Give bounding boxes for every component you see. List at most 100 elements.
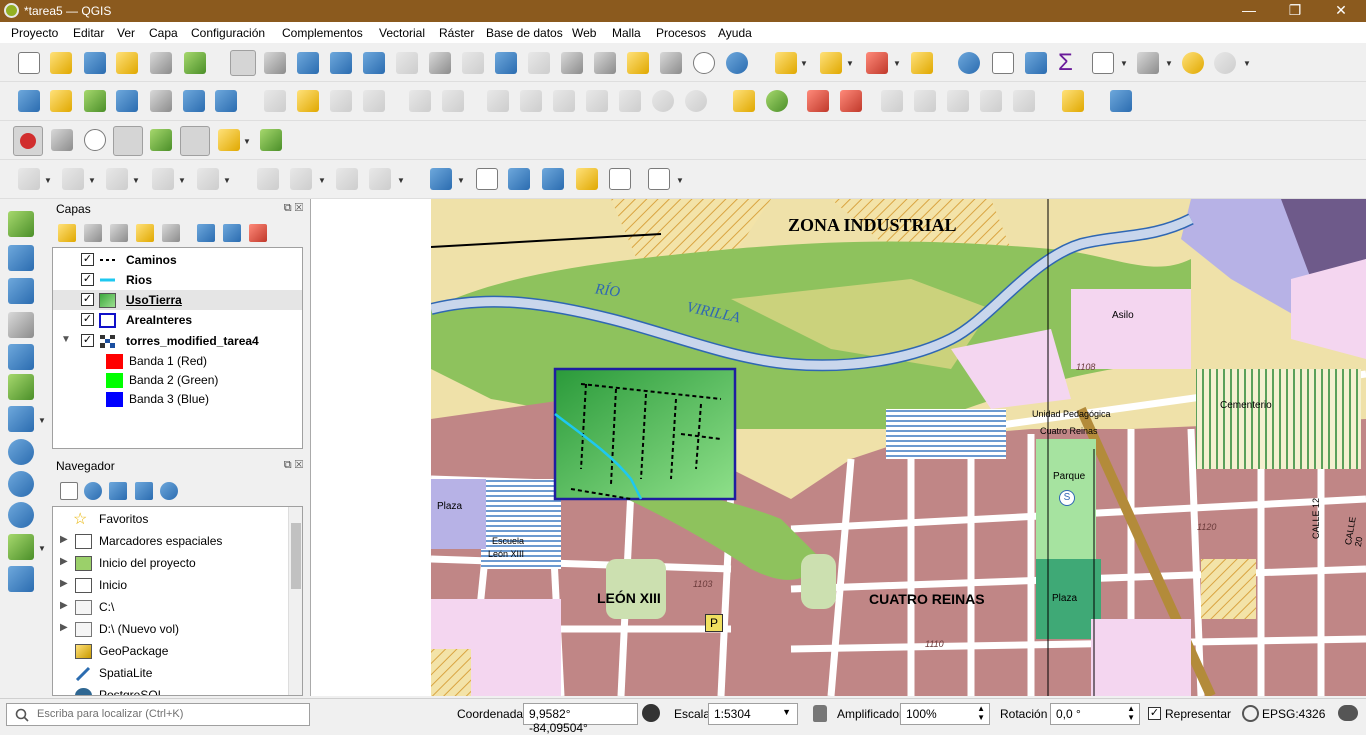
add-wms-layer-side-icon[interactable]	[8, 406, 34, 432]
new-bookmark-icon[interactable]	[627, 52, 649, 74]
simplify-feature-icon[interactable]	[336, 168, 358, 190]
refresh-browser-icon[interactable]	[84, 482, 102, 500]
attribute-table-icon[interactable]	[992, 52, 1014, 74]
diagram-icon[interactable]	[766, 90, 788, 112]
add-feature-icon[interactable]	[363, 90, 385, 112]
current-edits-icon[interactable]	[264, 90, 286, 112]
spin-arrows-icon[interactable]: ▲ ▼	[977, 704, 985, 722]
browser-item[interactable]: ▶ D:\ (Nuevo vol)	[53, 619, 302, 639]
temporal-controller-icon[interactable]	[693, 52, 715, 74]
undo-icon[interactable]	[652, 90, 674, 112]
select-by-location-icon[interactable]	[911, 52, 933, 74]
collapse-browser-icon[interactable]	[135, 482, 153, 500]
save-edits-icon[interactable]	[330, 90, 352, 112]
add-wfs-layer-side-icon[interactable]	[8, 502, 34, 528]
layer-checkbox[interactable]: ✓	[81, 313, 94, 326]
layer-checkbox[interactable]: ✓	[81, 253, 94, 266]
panel-float-close-buttons[interactable]: ⧉ ☒	[284, 459, 303, 472]
text-annotation-icon[interactable]	[648, 168, 670, 190]
filter-expression-icon[interactable]	[162, 224, 180, 242]
close-button[interactable]: ✕	[1318, 2, 1364, 19]
coordinate-field[interactable]: 9,9582° -84,09504°	[523, 703, 638, 735]
remove-layer-icon[interactable]	[249, 224, 267, 242]
add-rectangle-icon[interactable]	[152, 168, 174, 190]
data-source-manager-icon[interactable]	[18, 90, 40, 112]
pan-to-selection-icon[interactable]	[264, 52, 286, 74]
open-project-icon[interactable]	[50, 52, 72, 74]
edit-nodes-icon[interactable]	[542, 168, 564, 190]
menu-proyecto[interactable]: Proyecto	[11, 26, 58, 40]
identify-features-icon[interactable]	[958, 52, 980, 74]
show-bookmarks-icon[interactable]	[660, 52, 682, 74]
layer-row-caminos[interactable]: ✓ Caminos	[53, 250, 302, 270]
collapse-arrow-icon[interactable]: ▼	[61, 334, 71, 345]
browser-item[interactable]: ▶ Inicio	[53, 575, 302, 595]
filter-browser-icon[interactable]	[109, 482, 127, 500]
manage-visibility-icon[interactable]	[110, 224, 128, 242]
vertex-tool-icon[interactable]	[409, 90, 431, 112]
collapse-all-icon[interactable]	[223, 224, 241, 242]
minimize-button[interactable]: —	[1226, 2, 1272, 18]
layer-row-rios[interactable]: ✓ Rios	[53, 270, 302, 290]
style-manager-icon[interactable]	[184, 52, 206, 74]
map-canvas[interactable]: ZONA INDUSTRIAL RÍO VIRILLA LEÓN XIII CU…	[431, 199, 1366, 696]
select-item-icon[interactable]	[476, 168, 498, 190]
maximize-button[interactable]: ❐	[1272, 2, 1318, 19]
expand-arrow-icon[interactable]: ▶	[60, 600, 68, 611]
zoom-layer-icon[interactable]	[429, 52, 451, 74]
labeling-abc-icon[interactable]	[733, 90, 755, 112]
browser-item[interactable]: SpatiaLite	[53, 663, 302, 683]
add-vector-layer-icon[interactable]	[84, 90, 106, 112]
browser-item[interactable]: ☆ Favoritos	[53, 509, 302, 529]
zoom-out-icon[interactable]	[330, 52, 352, 74]
deselect-features-icon[interactable]	[866, 52, 888, 74]
add-virtual-layer-icon[interactable]	[150, 90, 172, 112]
modify-attributes-icon[interactable]	[442, 90, 464, 112]
show-hide-labels-icon[interactable]	[881, 90, 903, 112]
menu-raster[interactable]: Ráster	[439, 26, 474, 40]
add-node-icon[interactable]	[508, 168, 530, 190]
delete-selected-icon[interactable]	[487, 90, 509, 112]
browser-item[interactable]: ▶ Inicio del proyecto	[53, 553, 302, 573]
add-group-icon[interactable]	[84, 224, 102, 242]
refresh-icon[interactable]	[726, 52, 748, 74]
menu-ayuda[interactable]: Ayuda	[718, 26, 752, 40]
menu-editar[interactable]: Editar	[73, 26, 104, 40]
advanced-digitizing-icon[interactable]	[257, 168, 279, 190]
field-calculator-icon[interactable]	[1025, 52, 1047, 74]
crs-globe-icon[interactable]	[1242, 705, 1259, 722]
scale-combobox[interactable]: 1:5304 ▼	[708, 703, 798, 725]
pan-tool-icon[interactable]	[230, 50, 256, 76]
new-temporary-layer-side-icon[interactable]	[8, 566, 34, 592]
new-map-view-icon[interactable]	[561, 52, 583, 74]
menu-malla[interactable]: Malla	[612, 26, 641, 40]
expand-arrow-icon[interactable]: ▶	[60, 534, 68, 545]
new-3d-view-icon[interactable]	[594, 52, 616, 74]
new-project-icon[interactable]	[18, 52, 40, 74]
paste-features-icon[interactable]	[586, 90, 608, 112]
rotate-feature-icon[interactable]	[290, 168, 312, 190]
statistics-sigma-icon[interactable]: Σ	[1058, 49, 1073, 77]
trace-icon[interactable]	[218, 129, 240, 151]
new-geopackage-layer-icon[interactable]	[50, 90, 72, 112]
info-icon[interactable]	[160, 482, 178, 500]
layer-row-torres[interactable]: ▼ ✓ torres_modified_tarea4	[53, 331, 302, 351]
add-delimited-text-side-icon[interactable]	[8, 312, 34, 338]
move-label-icon[interactable]	[914, 90, 936, 112]
render-checkbox[interactable]: ✓	[1148, 707, 1161, 720]
measure-line-icon[interactable]	[1137, 52, 1159, 74]
expand-arrow-icon[interactable]: ▶	[60, 578, 68, 589]
select-features-icon[interactable]	[775, 52, 797, 74]
add-selected-layers-icon[interactable]	[60, 482, 78, 500]
lock-scale-icon[interactable]	[813, 705, 827, 722]
add-ellipse-icon[interactable]	[106, 168, 128, 190]
add-xyz-layer-side-icon[interactable]	[8, 439, 34, 465]
add-spatialite-side-icon[interactable]	[8, 344, 34, 370]
help-icon[interactable]	[1110, 90, 1132, 112]
save-project-icon[interactable]	[84, 52, 106, 74]
locator-bar[interactable]: Escriba para localizar (Ctrl+K)	[6, 703, 310, 726]
select-by-expression-icon[interactable]	[820, 52, 842, 74]
cut-features-icon[interactable]	[520, 90, 542, 112]
change-label-icon[interactable]	[980, 90, 1002, 112]
menu-complementos[interactable]: Complementos	[282, 26, 363, 40]
